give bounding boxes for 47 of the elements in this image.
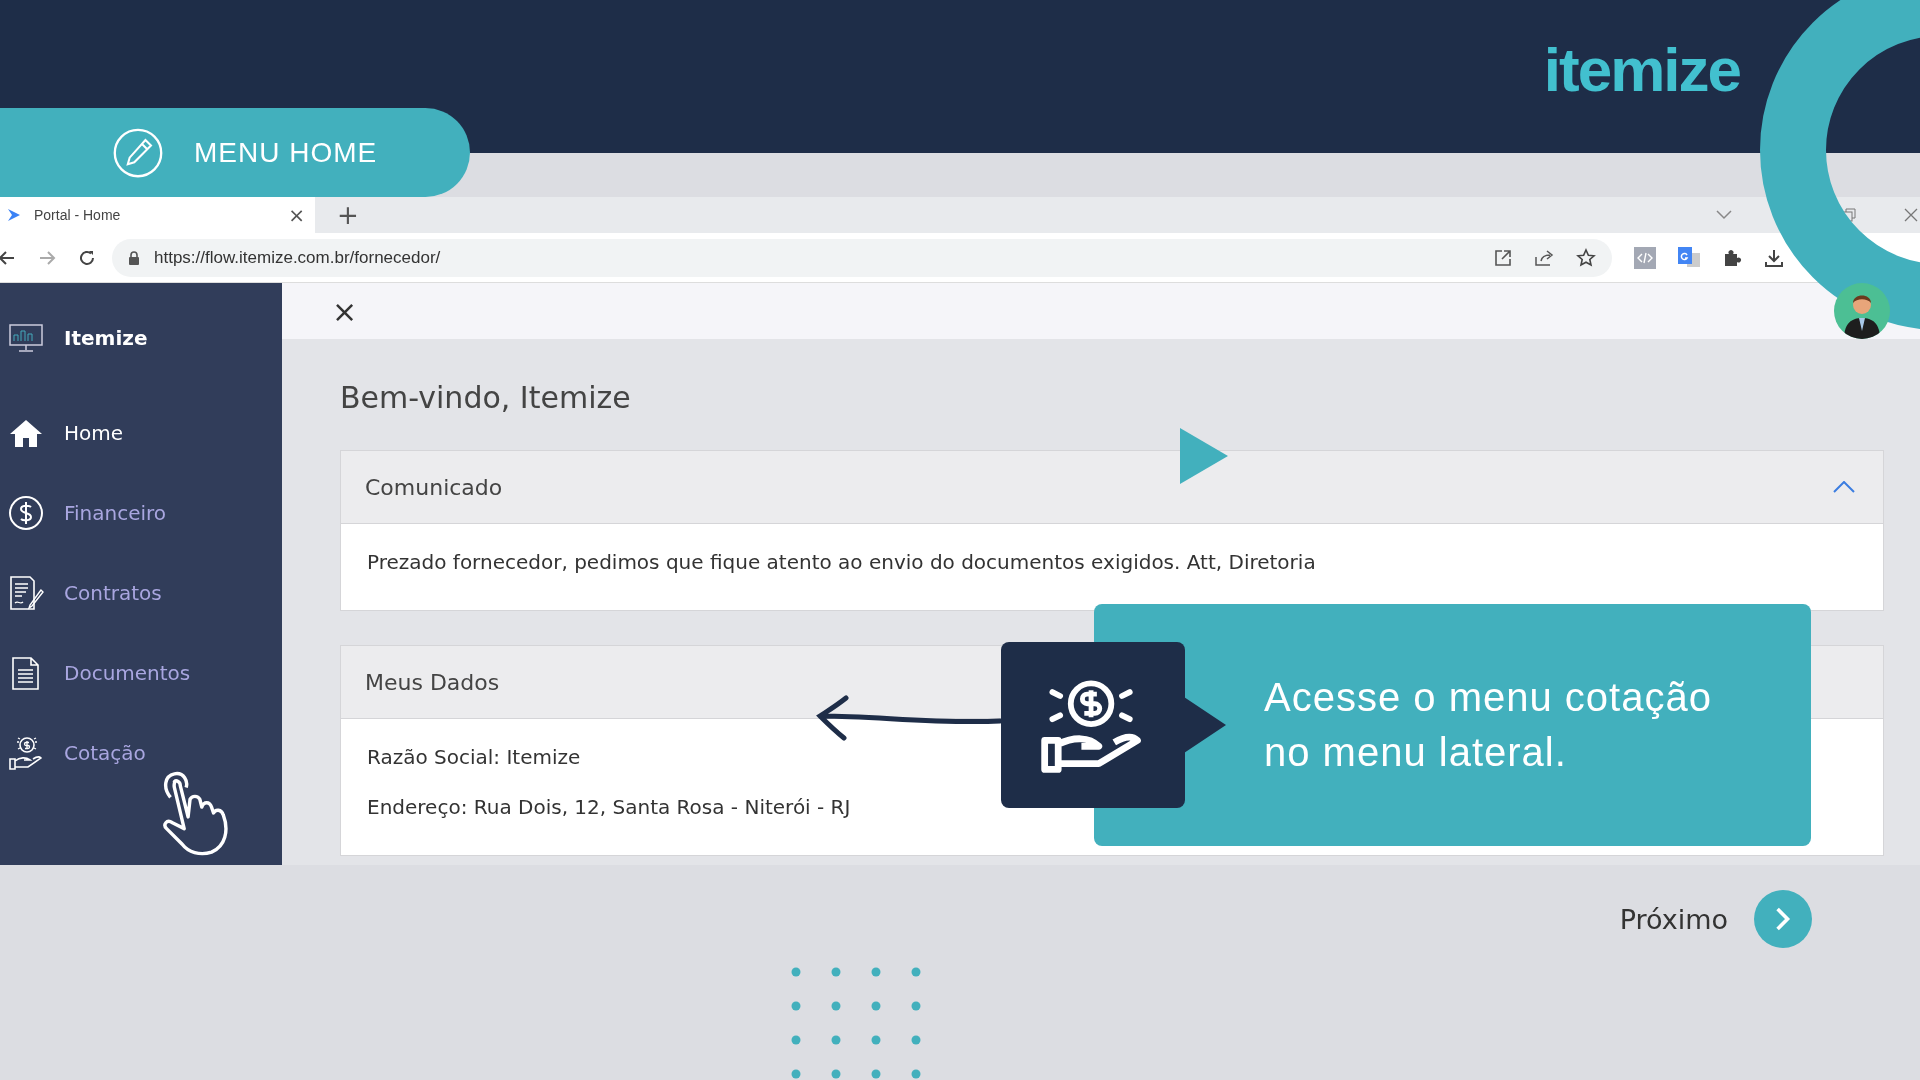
welcome-heading: Bem-vindo, Itemize: [340, 379, 632, 417]
house-icon: [8, 417, 44, 449]
sidebar-brand: Itemize: [64, 326, 148, 350]
close-button[interactable]: ×: [332, 293, 358, 329]
arrow-favicon-icon: [6, 207, 22, 223]
lock-icon: [128, 250, 140, 265]
close-tab-button[interactable]: ×: [288, 203, 305, 227]
play-triangle-icon: [1180, 428, 1228, 484]
next-button[interactable]: [1754, 890, 1812, 948]
banner-title: MENU HOME: [194, 136, 378, 169]
translate-icon[interactable]: [1678, 246, 1700, 269]
tab-title: Portal - Home: [34, 207, 122, 223]
browser-tab[interactable]: Portal - Home ×: [0, 197, 315, 233]
restore-window-icon[interactable]: [1842, 208, 1856, 222]
puzzle-icon[interactable]: [1722, 247, 1742, 268]
monitor-icon: [8, 323, 44, 353]
card-text: Prezado fornecedor, pedimos que fique atento ao envio do documentos exigidos. Att, Diretoria: [367, 550, 1316, 574]
back-arrow-icon[interactable]: [0, 248, 16, 267]
card-title: Comunicado: [365, 474, 503, 500]
hand-coin-icon: [8, 735, 44, 771]
chevron-down-icon[interactable]: [1716, 210, 1732, 220]
new-tab-button[interactable]: +: [337, 200, 359, 230]
download-icon[interactable]: [1764, 247, 1784, 268]
address-field[interactable]: https://flow.itemize.com.br/fornecedor/: [112, 238, 1612, 277]
dollar-circle-icon: [8, 495, 44, 531]
sidebar-item[interactable]: Home: [0, 393, 282, 473]
itemize-logo: itemize: [1543, 34, 1740, 105]
card-text: Razão Social: Itemize: [367, 745, 581, 769]
next-label: Próximo: [1619, 903, 1728, 935]
reload-icon[interactable]: [78, 248, 96, 267]
sidebar-item[interactable]: Documentos: [0, 633, 282, 713]
close-window-icon[interactable]: [1904, 208, 1918, 222]
sidebar-item[interactable]: Contratos: [0, 553, 282, 633]
card-text: Endereço: Rua Dois, 12, Santa Rosa - Niterói - RJ: [367, 795, 851, 819]
chevron-right-icon: [1774, 906, 1792, 932]
open-external-icon[interactable]: [1494, 248, 1512, 267]
callout-pointer: [1184, 697, 1226, 753]
card-title: Meus Dados: [365, 669, 500, 695]
sidebar-item[interactable]: Financeiro: [0, 473, 282, 553]
contract-pen-icon: [8, 575, 44, 611]
sidebar-item[interactable]: Cotação: [0, 713, 282, 793]
star-icon[interactable]: [1576, 247, 1596, 268]
pencil-circle-icon: [112, 126, 164, 179]
callout-text: Acesse o menu cotação no menu lateral.: [1264, 674, 1713, 776]
share-icon[interactable]: [1534, 248, 1554, 267]
chevron-icon[interactable]: [1833, 481, 1855, 493]
avatar-icon[interactable]: [1834, 283, 1890, 339]
